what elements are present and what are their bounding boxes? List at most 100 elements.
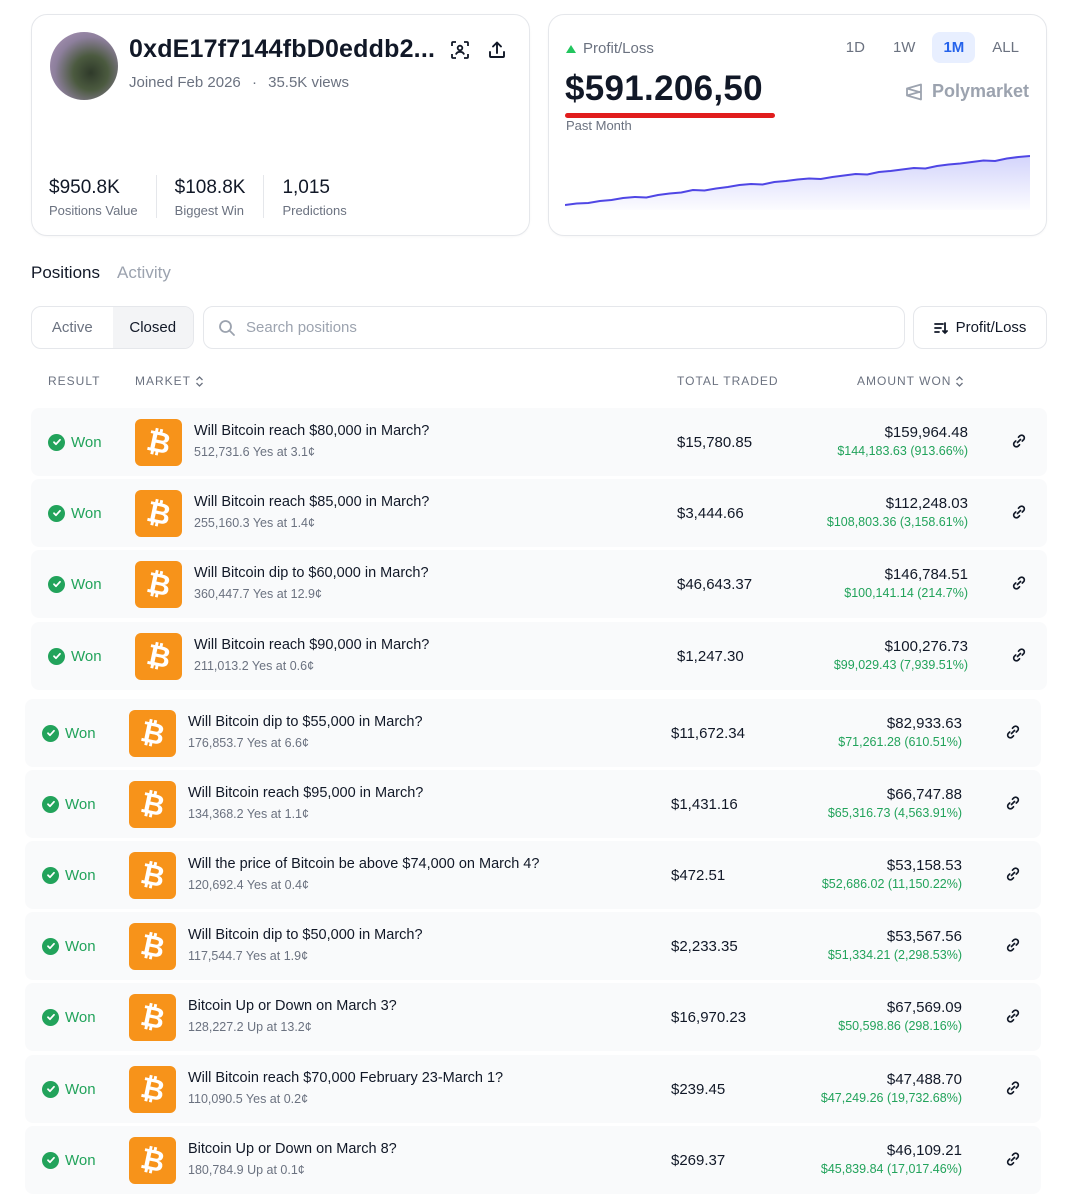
result-cell: Won: [42, 1126, 96, 1194]
table-row[interactable]: Won ₿ Will Bitcoin reach $90,000 in March?…: [31, 622, 1047, 690]
range-tab-1d[interactable]: 1D: [835, 32, 876, 63]
column-amount-won[interactable]: AMOUNT WON: [857, 374, 964, 388]
link-icon[interactable]: [1010, 432, 1028, 450]
bitcoin-icon: ₿: [129, 1066, 176, 1113]
result-label: Won: [71, 575, 102, 593]
market-title[interactable]: Bitcoin Up or Down on March 3?: [188, 998, 397, 1014]
market-shares: 134,368.2 Yes at 1.1¢: [188, 807, 309, 821]
market-title[interactable]: Will Bitcoin reach $95,000 in March?: [188, 785, 423, 801]
column-amount-won-label: AMOUNT WON: [857, 374, 952, 388]
range-tab-1w[interactable]: 1W: [882, 32, 927, 63]
stat-value: $950.8K: [49, 177, 120, 198]
profit-gain: $108,803.36 (3,158.61%): [826, 515, 968, 529]
table-row[interactable]: Won ₿ Will Bitcoin dip to $60,000 in March…: [31, 550, 1047, 618]
market-cell[interactable]: Will Bitcoin dip to $60,000 in March? 360…: [194, 565, 429, 601]
result-cell: Won: [42, 770, 96, 838]
share-icon[interactable]: [486, 39, 508, 61]
market-title[interactable]: Will Bitcoin dip to $55,000 in March?: [188, 714, 423, 730]
result-cell: Won: [48, 408, 102, 476]
link-icon[interactable]: [1004, 1007, 1022, 1025]
result-cell: Won: [42, 1055, 96, 1123]
link-icon[interactable]: [1004, 865, 1022, 883]
range-tab-all[interactable]: ALL: [981, 32, 1030, 63]
market-title[interactable]: Bitcoin Up or Down on March 8?: [188, 1141, 397, 1157]
amount-won: $46,109.21: [886, 1142, 962, 1159]
market-cell[interactable]: Will Bitcoin dip to $50,000 in March? 117…: [188, 927, 423, 963]
market-cell[interactable]: Will Bitcoin reach $85,000 in March? 255,…: [194, 494, 429, 530]
market-cell[interactable]: Will Bitcoin reach $70,000 February 23-M…: [188, 1070, 503, 1106]
profit-gain: $50,598.86 (298.16%): [838, 1019, 962, 1033]
table-row[interactable]: Won ₿ Bitcoin Up or Down on March 8? 180,78…: [25, 1126, 1041, 1194]
amount-won-cell: $112,248.03 $108,803.36 (3,158.61%): [827, 495, 968, 529]
range-tab-1m[interactable]: 1M: [932, 32, 976, 63]
bitcoin-icon: ₿: [135, 561, 182, 608]
main-tabs: Positions Activity: [31, 263, 171, 283]
bitcoin-icon: ₿: [129, 1137, 176, 1184]
joined-date: Joined Feb 2026: [129, 74, 241, 91]
sort-label: Profit/Loss: [955, 319, 1027, 336]
link-icon[interactable]: [1010, 646, 1028, 664]
market-title[interactable]: Will Bitcoin reach $85,000 in March?: [194, 494, 429, 510]
amount-won-cell: $100,276.73 $99,029.43 (7,939.51%): [834, 638, 968, 672]
profit-gain: $144,183.63 (913.66%): [837, 444, 968, 458]
market-cell[interactable]: Bitcoin Up or Down on March 8? 180,784.9 …: [188, 1141, 397, 1177]
result-cell: Won: [48, 622, 102, 690]
table-row[interactable]: Won ₿ Will Bitcoin dip to $50,000 in March…: [25, 912, 1041, 980]
result-cell: Won: [48, 479, 102, 547]
column-market[interactable]: MARKET: [135, 374, 204, 388]
qr-scan-icon[interactable]: [449, 39, 471, 61]
amount-won: $53,158.53: [886, 857, 962, 874]
profit-gain: $99,029.43 (7,939.51%): [833, 658, 968, 672]
stat-biggest-win: $108.8K Biggest Win: [175, 175, 265, 218]
amount-won: $66,747.88: [886, 786, 962, 803]
link-icon[interactable]: [1004, 794, 1022, 812]
tab-activity[interactable]: Activity: [117, 263, 171, 283]
market-title[interactable]: Will Bitcoin reach $90,000 in March?: [194, 637, 429, 653]
link-icon[interactable]: [1004, 936, 1022, 954]
filter-active-button[interactable]: Active: [32, 307, 113, 348]
table-row[interactable]: Won ₿ Will Bitcoin reach $80,000 in March?…: [31, 408, 1047, 476]
link-icon[interactable]: [1004, 1150, 1022, 1168]
market-shares: 255,160.3 Yes at 1.4¢: [194, 516, 315, 530]
link-icon[interactable]: [1010, 503, 1028, 521]
filter-closed-button[interactable]: Closed: [112, 307, 193, 348]
market-cell[interactable]: Will Bitcoin reach $95,000 in March? 134,…: [188, 785, 423, 821]
avatar[interactable]: [50, 32, 118, 100]
check-circle-icon: [42, 795, 59, 813]
result-label: Won: [71, 504, 102, 522]
link-icon[interactable]: [1010, 574, 1028, 592]
sort-icon: [933, 321, 948, 334]
table-row[interactable]: Won ₿ Will Bitcoin dip to $55,000 in March…: [25, 699, 1041, 767]
search-input[interactable]: [246, 319, 846, 336]
market-title[interactable]: Will Bitcoin dip to $60,000 in March?: [194, 565, 429, 581]
market-cell[interactable]: Will Bitcoin reach $90,000 in March? 211,…: [194, 637, 429, 673]
result-cell: Won: [42, 983, 96, 1051]
amount-won-cell: $67,569.09 $50,598.86 (298.16%): [838, 999, 962, 1033]
market-cell[interactable]: Will the price of Bitcoin be above $74,0…: [188, 856, 539, 892]
stat-value: 1,015: [282, 177, 330, 198]
market-title[interactable]: Will the price of Bitcoin be above $74,0…: [188, 856, 539, 872]
table-row[interactable]: Won ₿ Will the price of Bitcoin be above $…: [25, 841, 1041, 909]
table-row[interactable]: Won ₿ Bitcoin Up or Down on March 3? 128,22…: [25, 983, 1041, 1051]
market-title[interactable]: Will Bitcoin reach $80,000 in March?: [194, 423, 429, 439]
link-icon[interactable]: [1004, 1079, 1022, 1097]
market-cell[interactable]: Will Bitcoin dip to $55,000 in March? 176…: [188, 714, 423, 750]
link-icon[interactable]: [1004, 723, 1022, 741]
sort-button[interactable]: Profit/Loss: [913, 306, 1047, 349]
table-row[interactable]: Won ₿ Will Bitcoin reach $70,000 February …: [25, 1055, 1041, 1123]
table-row[interactable]: Won ₿ Will Bitcoin reach $85,000 in March?…: [31, 479, 1047, 547]
result-label: Won: [65, 937, 96, 955]
market-cell[interactable]: Bitcoin Up or Down on March 3? 128,227.2 …: [188, 998, 397, 1034]
table-row[interactable]: Won ₿ Will Bitcoin reach $95,000 in March?…: [25, 770, 1041, 838]
amount-won: $53,567.56: [886, 928, 962, 945]
bitcoin-icon: ₿: [135, 419, 182, 466]
market-cell[interactable]: Will Bitcoin reach $80,000 in March? 512,…: [194, 423, 429, 459]
check-circle-icon: [42, 1080, 59, 1098]
market-title[interactable]: Will Bitcoin dip to $50,000 in March?: [188, 927, 423, 943]
market-title[interactable]: Will Bitcoin reach $70,000 February 23-M…: [188, 1070, 503, 1086]
bitcoin-icon: ₿: [135, 490, 182, 537]
tab-positions[interactable]: Positions: [31, 263, 100, 283]
amount-won: $112,248.03: [885, 495, 968, 512]
total-traded: $46,643.37: [677, 575, 753, 593]
result-cell: Won: [42, 699, 96, 767]
